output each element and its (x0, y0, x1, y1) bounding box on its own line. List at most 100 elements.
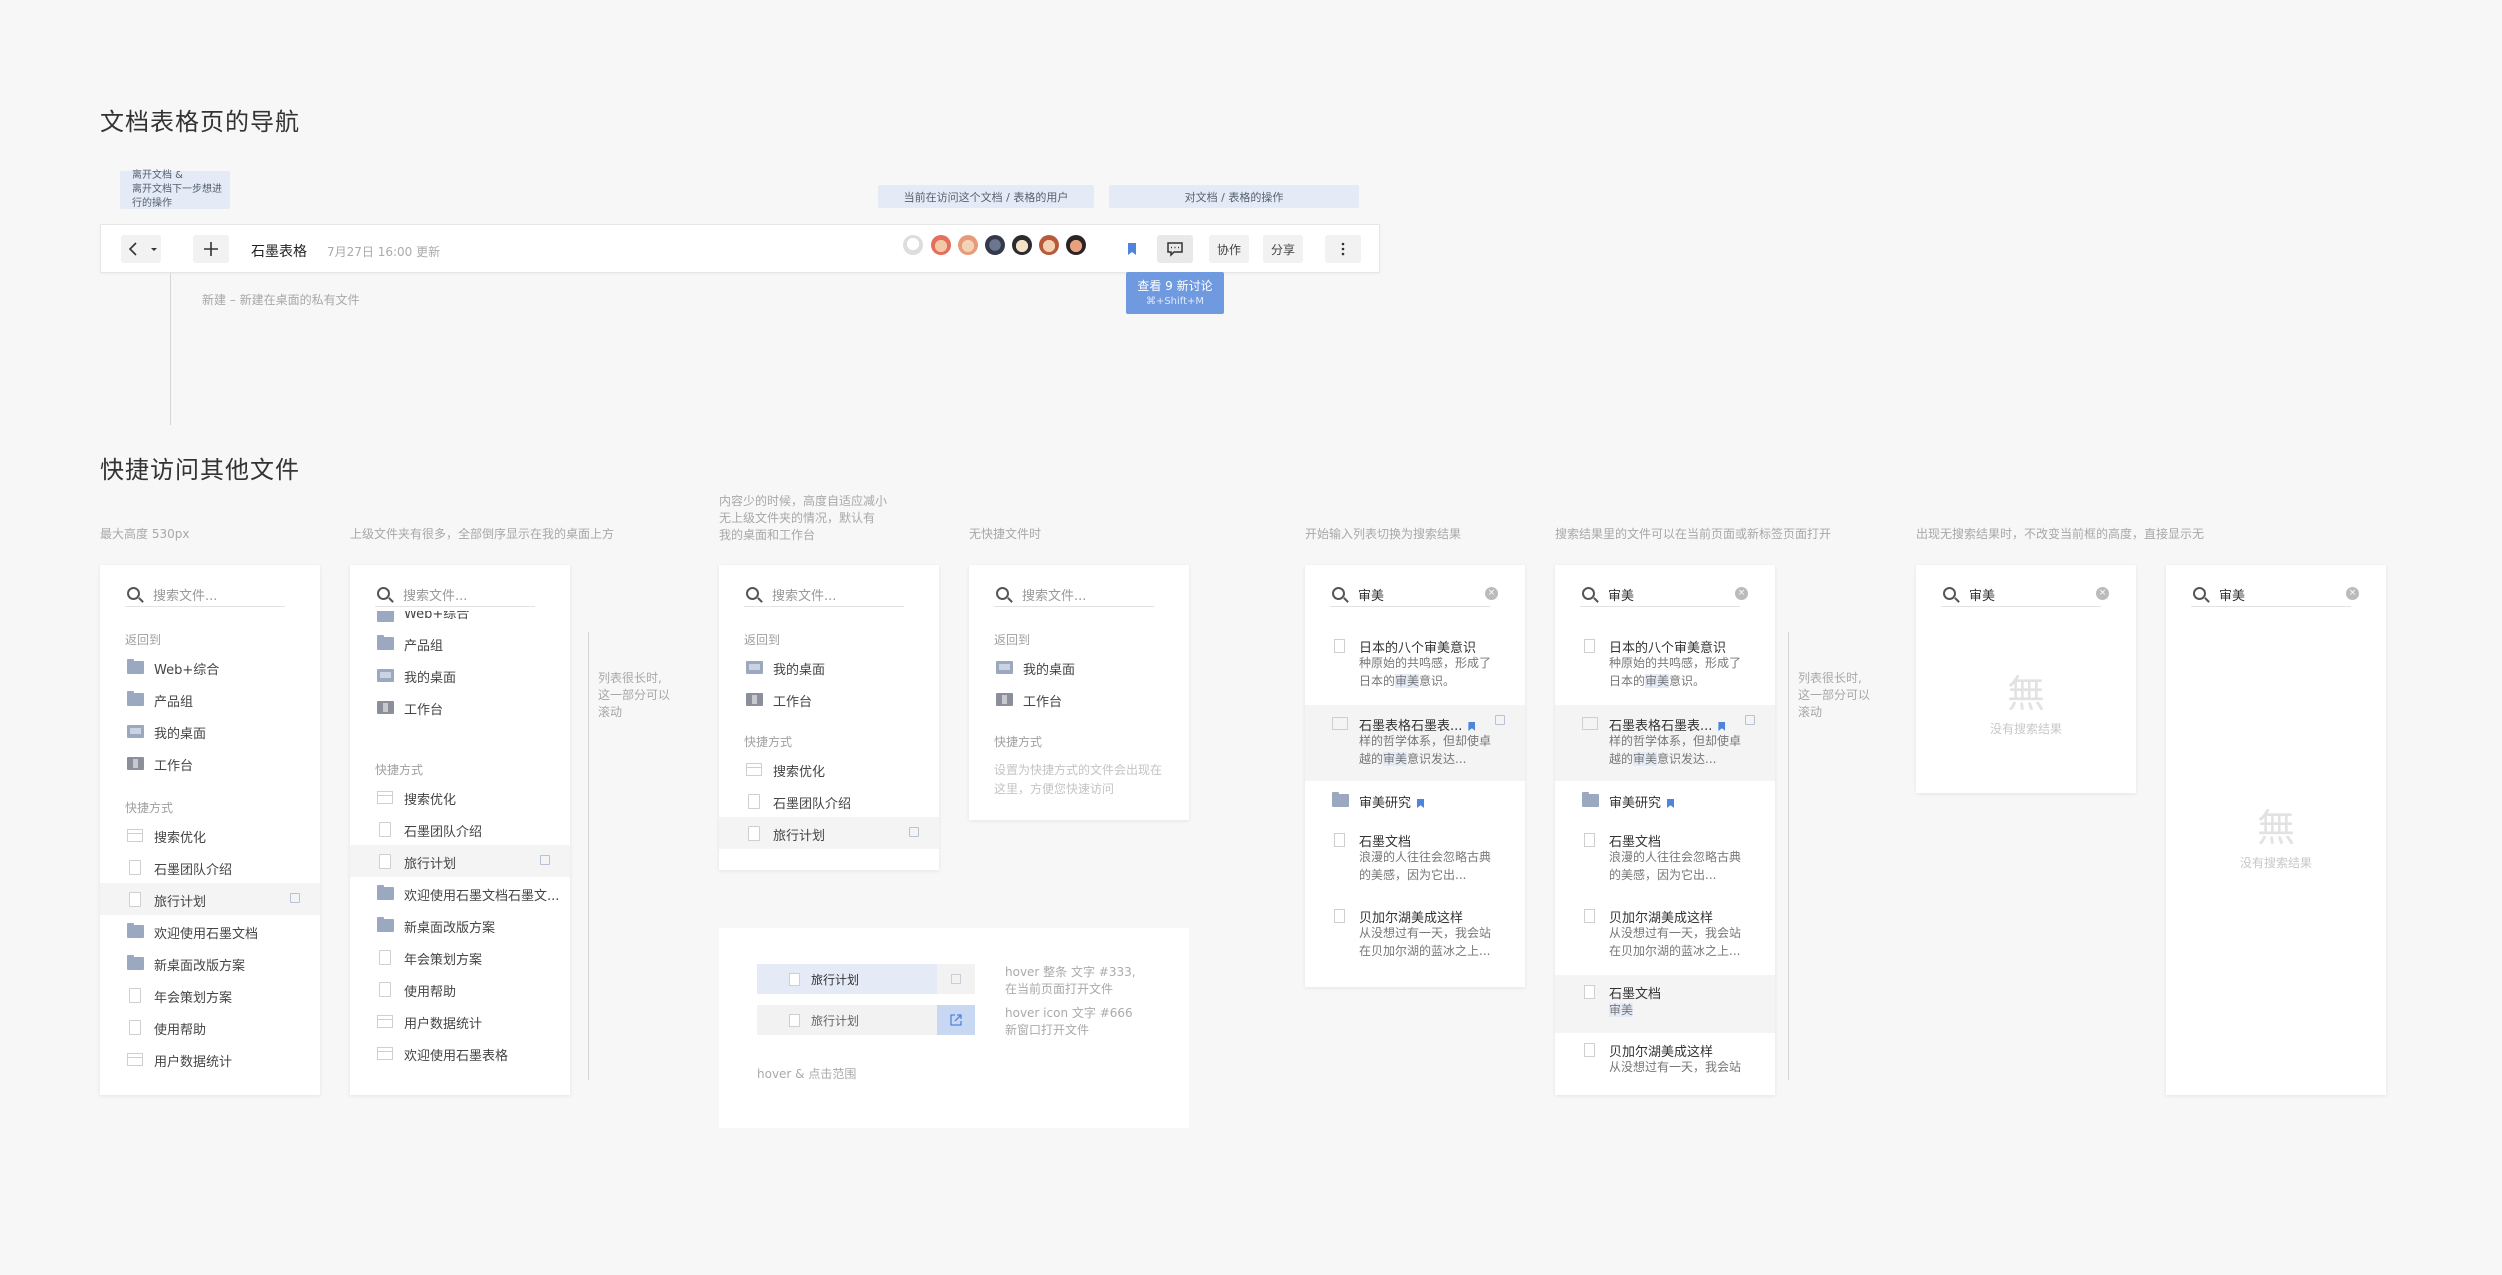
clear-icon[interactable]: × (2346, 587, 2359, 600)
result-desc: 种原始的共鸣感，形成了日本的审美意识。 (1359, 656, 1492, 688)
result-item[interactable]: 审美研究 (1555, 792, 1775, 822)
list-item[interactable]: 我的桌面 (969, 651, 1189, 683)
result-item[interactable]: 审美研究 (1305, 792, 1525, 822)
search-input[interactable]: 审美 (1969, 585, 1995, 604)
list-item[interactable]: 使用帮助 (100, 1011, 320, 1043)
hover-row[interactable]: 旅行计划 (757, 1005, 937, 1035)
favorite-button[interactable] (1115, 235, 1149, 263)
caret-down-icon[interactable] (148, 236, 160, 262)
list-item[interactable]: 搜索优化 (350, 781, 570, 813)
list-item[interactable]: 使用帮助 (350, 973, 570, 1005)
desktop-icon (377, 669, 394, 682)
search-box[interactable]: 搜索文件... (375, 581, 535, 607)
annotation-leave-line2: 离开文档下一步想进行的操作 (132, 184, 222, 209)
search-box[interactable]: 搜索文件... (994, 581, 1154, 607)
hover-ext-zone[interactable] (937, 964, 975, 994)
open-new-tab-icon[interactable] (1745, 715, 1755, 725)
list-item[interactable]: 我的桌面 (100, 715, 320, 747)
avatar[interactable] (1039, 235, 1059, 255)
search-input[interactable]: 搜索文件... (403, 585, 467, 604)
result-item-hover[interactable]: 石墨文档 审美 (1555, 975, 1775, 1033)
avatar[interactable] (958, 235, 978, 255)
list-item-hover[interactable]: 旅行计划 (100, 883, 320, 915)
open-new-tab-icon[interactable] (1495, 715, 1505, 725)
open-new-tab-icon[interactable] (290, 893, 300, 903)
list-item[interactable]: 产品组 (100, 683, 320, 715)
list-item[interactable]: 新桌面改版方案 (350, 909, 570, 941)
new-button[interactable] (193, 235, 229, 263)
updated-time: 7月27日 16:00 更新 (327, 245, 441, 259)
search-input[interactable]: 搜索文件... (1022, 585, 1086, 604)
search-icon (996, 587, 1009, 600)
list-item[interactable]: Web+综合 (100, 651, 320, 683)
collaborate-button[interactable]: 协作 (1209, 235, 1249, 263)
search-box[interactable]: 审美 × (2191, 581, 2359, 607)
search-box[interactable]: 搜索文件... (125, 581, 285, 607)
list-item[interactable]: 我的桌面 (719, 651, 939, 683)
list-item[interactable]: 用户数据统计 (100, 1043, 320, 1075)
search-input[interactable]: 搜索文件... (153, 585, 217, 604)
doc-icon (1334, 639, 1345, 653)
note-small-1: 内容少的时候，高度自适应减小 (719, 494, 888, 508)
hover-note-icon: hover icon 文字 #666 新窗口打开文件 (1005, 1006, 1133, 1037)
list-item[interactable]: 欢迎使用石墨文档石墨文... (350, 877, 570, 909)
list-item[interactable]: 用户数据统计 (350, 1005, 570, 1037)
list-item[interactable]: 新桌面改版方案 (100, 947, 320, 979)
clear-icon[interactable]: × (1485, 587, 1498, 600)
open-new-tab-icon[interactable] (540, 855, 550, 865)
list-item[interactable]: 石墨团队介绍 (719, 785, 939, 817)
result-item[interactable]: 贝加尔湖美成这样 从没想过有一天，我会站在贝加尔湖的蓝冰之上... (1305, 907, 1525, 973)
search-input[interactable]: 审美 (2219, 585, 2245, 604)
clear-icon[interactable]: × (2096, 587, 2109, 600)
search-input[interactable]: 审美 (1608, 585, 1634, 604)
hover-row[interactable]: 旅行计划 (757, 964, 937, 994)
clear-icon[interactable]: × (1735, 587, 1748, 600)
list-item[interactable]: 欢迎使用石墨文档 (100, 915, 320, 947)
list-item[interactable]: 我的桌面 (350, 659, 570, 691)
list-item[interactable]: 工作台 (969, 683, 1189, 715)
result-item[interactable]: 日本的八个审美意识 种原始的共鸣感，形成了日本的审美意识。 (1555, 637, 1775, 707)
list-item[interactable]: 工作台 (100, 747, 320, 779)
list-item[interactable]: 年会策划方案 (100, 979, 320, 1011)
search-box[interactable]: 审美 × (1580, 581, 1748, 607)
avatar[interactable] (903, 235, 923, 255)
result-item[interactable]: 贝加尔湖美成这样 从没想过有一天，我会站在贝加尔湖的蓝冰之上... (1555, 907, 1775, 973)
list-item[interactable]: 搜索优化 (100, 819, 320, 851)
result-item[interactable]: 贝加尔湖美成这样 从没想过有一天，我会站 (1555, 1041, 1775, 1091)
list-item-hover[interactable]: 旅行计划 (350, 845, 570, 877)
result-item[interactable]: 石墨文档 浪漫的人往往会忽略古典的美感，因为它出... (1555, 831, 1775, 897)
list-item[interactable]: Web+综合 (350, 611, 570, 627)
share-button[interactable]: 分享 (1263, 235, 1303, 263)
hover-ext-zone-active[interactable] (937, 1005, 975, 1035)
list-item[interactable]: 欢迎使用石墨表格 (350, 1037, 570, 1069)
avatar[interactable] (931, 235, 951, 255)
avatar[interactable] (1012, 235, 1032, 255)
list-item[interactable]: 年会策划方案 (350, 941, 570, 973)
list-item[interactable]: 石墨团队介绍 (350, 813, 570, 845)
more-button[interactable] (1325, 235, 1361, 263)
result-item-hover[interactable]: 石墨表格石墨表... 样的哲学体系，但却使卓越的审美意识发达... (1555, 705, 1775, 781)
result-item[interactable]: 石墨文档 浪漫的人往往会忽略古典的美感，因为它出... (1305, 831, 1525, 897)
list-item[interactable]: 工作台 (350, 691, 570, 723)
search-box[interactable]: 审美 × (1330, 581, 1498, 607)
search-box[interactable]: 搜索文件... (744, 581, 904, 607)
result-item-hover[interactable]: 石墨表格石墨表... 样的哲学体系，但却使卓越的审美意识发达... (1305, 705, 1525, 781)
avatar[interactable] (985, 235, 1005, 255)
discussion-button[interactable] (1157, 235, 1193, 263)
list-item[interactable]: 工作台 (719, 683, 939, 715)
search-input[interactable]: 搜索文件... (772, 585, 836, 604)
list-item[interactable]: 产品组 (350, 627, 570, 659)
open-new-tab-icon[interactable] (909, 827, 919, 837)
back-button[interactable] (121, 235, 161, 263)
search-icon (1943, 587, 1956, 600)
result-item[interactable]: 日本的八个审美意识 种原始的共鸣感，形成了日本的审美意识。 (1305, 637, 1525, 707)
search-input[interactable]: 审美 (1358, 585, 1384, 604)
search-icon (2193, 587, 2206, 600)
list-item[interactable]: 石墨团队介绍 (100, 851, 320, 883)
search-box[interactable]: 审美 × (1941, 581, 2109, 607)
doc-icon (1334, 909, 1345, 923)
list-item[interactable]: 搜索优化 (719, 753, 939, 785)
doc-icon (1584, 909, 1595, 923)
list-item-hover[interactable]: 旅行计划 (719, 817, 939, 849)
avatar[interactable] (1066, 235, 1086, 255)
